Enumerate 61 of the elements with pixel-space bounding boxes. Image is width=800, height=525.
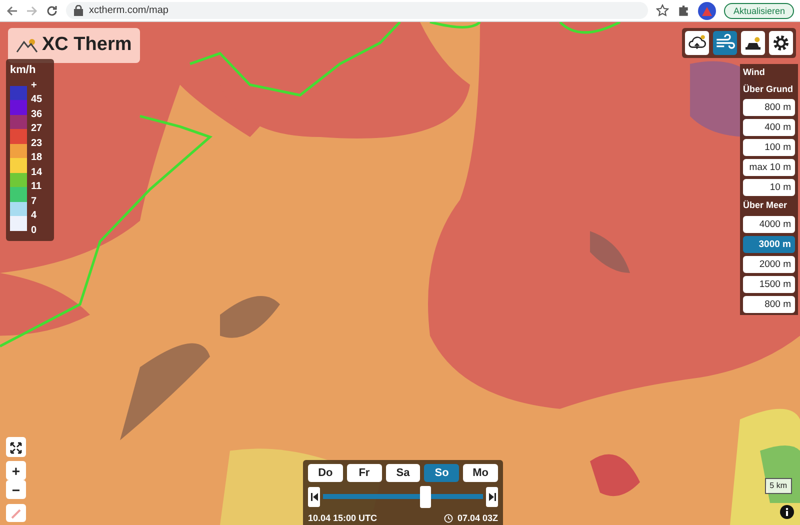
height-option[interactable]: 3000 m xyxy=(743,236,795,252)
reload-icon[interactable] xyxy=(46,4,58,16)
day-tab[interactable]: Do xyxy=(308,464,343,482)
legend-label: 45 xyxy=(31,93,42,107)
time-slider-thumb[interactable] xyxy=(420,486,432,508)
skip-start-icon xyxy=(310,493,318,501)
legend-label: 11 xyxy=(31,180,42,194)
day-tab[interactable]: Mo xyxy=(463,464,498,482)
step-back-button[interactable] xyxy=(308,487,320,507)
app-logo[interactable]: XC Therm xyxy=(8,28,140,62)
layer-button[interactable] xyxy=(741,31,765,55)
scale-bar: 5 km xyxy=(764,478,792,494)
info-icon[interactable] xyxy=(780,505,794,519)
height-option[interactable]: 800 m xyxy=(743,296,795,312)
height-option[interactable]: 800 m xyxy=(743,99,795,116)
address-bar[interactable]: xctherm.com/map xyxy=(66,2,648,19)
height-option[interactable]: 4000 m xyxy=(743,216,795,232)
group-heading: Über Grund xyxy=(743,82,794,96)
legend-label: 7 xyxy=(31,194,38,208)
height-option[interactable]: 10 m xyxy=(743,179,795,196)
day-tab[interactable]: Sa xyxy=(386,464,420,482)
height-option[interactable]: 1500 m xyxy=(743,276,795,292)
star-icon[interactable] xyxy=(656,4,670,17)
model-run-time: 07.04 03Z xyxy=(457,512,498,525)
settings-icon xyxy=(771,33,791,53)
legend-label: 14 xyxy=(31,166,42,180)
profile-avatar-icon[interactable] xyxy=(698,2,716,20)
clock-icon xyxy=(444,514,454,524)
update-button[interactable]: Aktualisieren xyxy=(724,2,794,18)
day-tab[interactable]: Fr xyxy=(346,464,382,482)
legend-label: 18 xyxy=(31,151,42,165)
legend-unit: km/h xyxy=(10,63,37,78)
lock-icon xyxy=(74,5,83,16)
legend-label: + xyxy=(31,78,38,92)
skip-end-icon xyxy=(488,493,496,501)
legend-label: 23 xyxy=(31,136,42,150)
url-text: xctherm.com/map xyxy=(89,4,168,18)
legend-label: 27 xyxy=(31,122,42,136)
forecast-time: 10.04 15:00 UTC xyxy=(308,512,378,525)
expand-arrows-icon xyxy=(10,442,22,454)
app-title: XC Therm xyxy=(42,33,132,57)
back-icon[interactable] xyxy=(6,4,18,16)
fullscreen-button[interactable] xyxy=(6,437,26,457)
mountain-sun-icon xyxy=(16,37,38,54)
legend-label: 4 xyxy=(31,209,38,223)
legend-label: 36 xyxy=(31,108,42,122)
height-option[interactable]: 2000 m xyxy=(743,256,795,272)
height-option[interactable]: max 10 m xyxy=(743,159,795,176)
zoom-in-button[interactable]: + xyxy=(6,461,26,480)
step-forward-button[interactable] xyxy=(486,487,498,507)
zoom-out-button[interactable]: − xyxy=(6,480,26,499)
layer-button[interactable] xyxy=(685,31,709,55)
puzzle-icon[interactable] xyxy=(677,4,690,17)
settings-button[interactable] xyxy=(769,31,793,55)
group-heading: Über Meer xyxy=(743,199,788,212)
legend-label: 0 xyxy=(31,224,38,238)
pencil-icon xyxy=(11,509,21,520)
height-option[interactable]: 400 m xyxy=(743,119,795,136)
panel-title: Wind xyxy=(743,66,766,79)
height-option[interactable]: 100 m xyxy=(743,139,795,156)
day-tab[interactable]: So xyxy=(424,464,460,482)
